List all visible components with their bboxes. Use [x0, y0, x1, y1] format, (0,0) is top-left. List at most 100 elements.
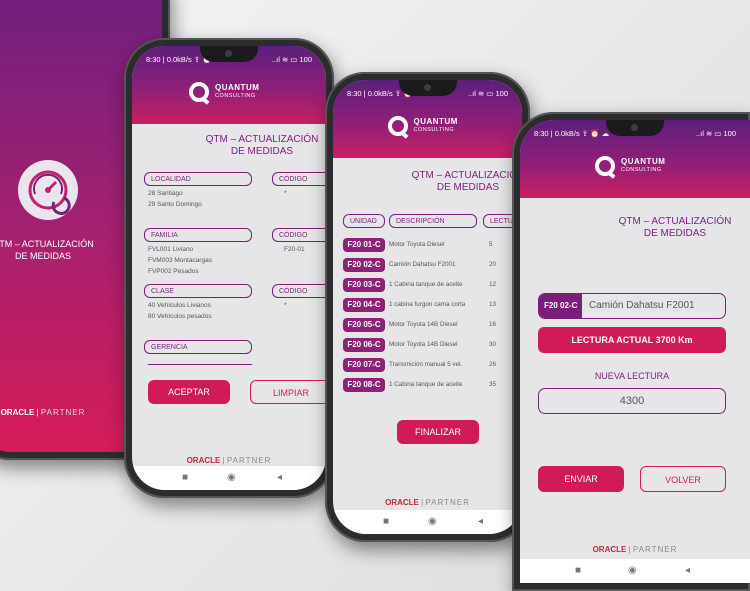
status-time: 8:30 | 0.0kB/s ⇪ ⏰ ☁ [534, 129, 610, 138]
back-button[interactable]: VOLVER [640, 466, 726, 492]
localidad-code-field[interactable]: CÓDIGO [272, 172, 326, 186]
back-icon[interactable]: ◂ [478, 516, 483, 527]
recent-apps-icon[interactable]: ■ [383, 516, 389, 527]
home-icon[interactable]: ◉ [628, 565, 637, 576]
phone-list: 8:30 | 0.0kB/s ⇪ ⏰ ☁ ..ıl ≋ ▭ 100 QUANTU… [325, 72, 530, 542]
familia-field[interactable]: FAMILIA [144, 228, 252, 242]
footer: ORACLE | PARTNER [132, 456, 326, 465]
clase-field[interactable]: CLASE [144, 284, 252, 298]
familia-item-2[interactable]: FVM003 Montacargas [148, 256, 212, 266]
oracle-logo: ORACLE [0, 408, 35, 417]
unit-description[interactable]: Motor Toyota 14B Diesel [389, 318, 458, 332]
localidad-item-1[interactable]: 28 Santiago [148, 189, 183, 199]
android-navbar: ■ ◉ ◂ [520, 559, 750, 583]
clase-code-field[interactable]: CÓDIGO [272, 284, 326, 298]
unit-description[interactable]: Motor Toyota Diesel [389, 238, 445, 252]
splash-footer: ORACLE | PARTNER [0, 408, 98, 417]
logo-line2: CONSULTING [215, 93, 256, 99]
gauge-icon [18, 160, 78, 220]
unit-badge[interactable]: F20 02-C [343, 258, 385, 272]
splash-title-line1: QTM – ACTUALIZACIÓN [0, 239, 94, 249]
title-line2: DE MEDIDAS [436, 182, 500, 193]
partner-label: PARTNER [40, 408, 86, 417]
localidad-field[interactable]: LOCALIDAD [144, 172, 252, 186]
familia-code-field[interactable]: CÓDIGO [272, 228, 326, 242]
recent-apps-icon[interactable]: ■ [182, 472, 188, 483]
unit-reading: 20 [489, 261, 497, 268]
unit-reading: 26 [489, 361, 497, 368]
camera-notch [398, 80, 457, 96]
footer-divider: | [421, 498, 424, 507]
footer: ORACLE | PARTNER [333, 498, 522, 507]
oracle-logo: ORACLE [592, 545, 627, 554]
phone-reading: 8:30 | 0.0kB/s ⇪ ⏰ ☁ ..ıl ≋ ▭ 100 QUANTU… [512, 112, 750, 591]
gerencia-field[interactable]: GERENCIA [144, 340, 252, 354]
unit-description[interactable]: 1 cabina furgon cama corta [389, 298, 465, 312]
unit-description[interactable]: Transmición manual 5 vel. [389, 358, 462, 372]
gerencia-underline [148, 364, 252, 365]
android-navbar: ■ ◉ ◂ [333, 510, 522, 534]
unit-reading: 5 [489, 241, 493, 248]
quantum-logo: QUANTUM CONSULTING [387, 116, 468, 144]
page-title: QTM – ACTUALIZACIÓN DE MEDIDAS [610, 216, 740, 240]
filter-screen: 8:30 | 0.0kB/s ⇪ ⏰ ☁ ..ıl ≋ ▭ 100 QUANTU… [132, 46, 326, 490]
camera-notch [200, 46, 258, 62]
unit-description[interactable]: 1 Cabina tanque de aceite [389, 278, 463, 292]
unit-description[interactable]: Camión Dahatsu F2001 [389, 258, 456, 272]
splash-title: QTM – ACTUALIZACIÓN DE MEDIDAS [0, 238, 98, 262]
page-title: QTM – ACTUALIZACIÓN DE MEDIDAS [192, 134, 326, 158]
phone-filter: 8:30 | 0.0kB/s ⇪ ⏰ ☁ ..ıl ≋ ▭ 100 QUANTU… [124, 38, 334, 498]
unit-reading: 16 [489, 321, 497, 328]
reading-screen: 8:30 | 0.0kB/s ⇪ ⏰ ☁ ..ıl ≋ ▭ 100 QUANTU… [520, 120, 750, 583]
clear-button[interactable]: LIMPIAR [250, 380, 326, 404]
unit-reading: 13 [489, 301, 497, 308]
back-icon[interactable]: ◂ [277, 472, 282, 483]
quantum-q-icon [595, 156, 615, 176]
new-reading-input[interactable]: 4300 [538, 388, 726, 414]
send-button[interactable]: ENVIAR [538, 466, 624, 492]
finish-button[interactable]: FINALIZAR [397, 420, 479, 444]
status-icons: ..ıl ≋ ▭ 100 [271, 55, 312, 64]
title-line1: QTM – ACTUALIZACIÓN [205, 134, 319, 145]
clase-item-2[interactable]: 80 Vehículos pesados [148, 312, 212, 322]
unit-badge[interactable]: F20 07-C [343, 358, 385, 372]
localidad-code-value: * [284, 190, 287, 197]
recent-apps-icon[interactable]: ■ [575, 565, 581, 576]
unit-badge[interactable]: F20 01-C [343, 238, 385, 252]
partner-label: PARTNER [632, 545, 678, 554]
quantum-q-icon [387, 116, 408, 136]
familia-code-value: F20-01 [284, 246, 305, 253]
home-icon[interactable]: ◉ [227, 472, 236, 483]
unit-badge[interactable]: F20 05-C [343, 318, 385, 332]
partner-label: PARTNER [226, 456, 272, 465]
column-header-unidad: UNIDAD [343, 214, 385, 228]
oracle-logo: ORACLE [385, 498, 419, 507]
familia-item-1[interactable]: FVL001 Liviano [148, 245, 193, 255]
unit-badge[interactable]: F20 06-C [343, 338, 385, 352]
clase-item-1[interactable]: 40 Vehículos Livianos [148, 301, 211, 311]
logo-line2: CONSULTING [621, 167, 662, 173]
partner-label: PARTNER [425, 498, 470, 507]
quantum-q-icon [189, 82, 209, 102]
logo-line1: QUANTUM [621, 157, 666, 166]
footer-divider: | [628, 545, 631, 554]
unit-selector[interactable]: F20 02-C Camión Dahatsu F2001 [538, 293, 726, 319]
current-reading-banner: LECTURA ACTUAL 3700 Km [538, 327, 726, 353]
accept-button[interactable]: ACEPTAR [148, 380, 230, 404]
back-icon[interactable]: ◂ [685, 565, 690, 576]
quantum-logo: QUANTUM CONSULTING [189, 82, 269, 110]
unit-description[interactable]: 1 Cabina tanque de aceite [389, 378, 463, 392]
unit-badge[interactable]: F20 08-C [343, 378, 385, 392]
logo-line2: CONSULTING [413, 127, 455, 133]
title-line1: QTM – ACTUALIZACIÓN [618, 216, 732, 227]
home-icon[interactable]: ◉ [428, 516, 437, 527]
unit-badge[interactable]: F20 03-C [343, 278, 385, 292]
unit-code-badge: F20 02-C [539, 294, 583, 318]
unit-description[interactable]: Motor Toyota 14B Diesel [389, 338, 458, 352]
familia-item-3[interactable]: FVP002 Pesados [148, 267, 199, 277]
oracle-logo: ORACLE [186, 456, 221, 465]
localidad-item-2[interactable]: 29 Santo Domingo [148, 200, 202, 210]
column-header-descripcion: DESCRIPCIÓN [389, 214, 477, 228]
footer-divider: | [36, 408, 39, 417]
unit-badge[interactable]: F20 04-C [343, 298, 385, 312]
